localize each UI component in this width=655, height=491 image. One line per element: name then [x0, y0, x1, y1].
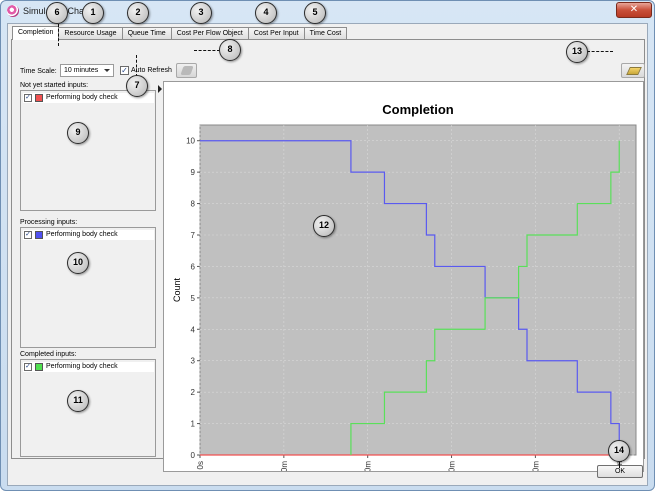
callout-leader [58, 24, 59, 46]
chevron-down-icon [104, 69, 110, 72]
simulation-charts-window: Simulation Charts ✕ Completion Resource … [0, 0, 655, 491]
not-started-item-checkbox[interactable]: ✓ [24, 94, 32, 102]
time-scale-value: 10 minutes [64, 67, 99, 74]
tab-completion[interactable]: Completion [12, 26, 60, 40]
completed-item-label: Performing body check [46, 363, 118, 370]
callout-marker: 8 [219, 39, 241, 61]
y-tick-label: 2 [191, 388, 196, 397]
callout-marker: 2 [127, 2, 149, 24]
processing-item-checkbox[interactable]: ✓ [24, 231, 32, 239]
callout-leader [587, 51, 613, 52]
series-color-swatch [35, 231, 43, 239]
plot-background [199, 124, 637, 456]
callout-marker: 7 [126, 75, 148, 97]
export-button[interactable] [621, 63, 645, 78]
completed-list: ✓ Performing body check [20, 359, 156, 457]
series-color-swatch [35, 94, 43, 102]
processing-item-label: Performing body check [46, 231, 118, 238]
app-icon [7, 5, 19, 17]
processing-label: Processing inputs: [20, 219, 78, 226]
splitter-arrow-icon[interactable] [158, 85, 162, 93]
not-started-item-label: Performing body check [46, 94, 118, 101]
y-axis-label: Count [172, 278, 182, 303]
list-item[interactable]: ✓ Performing body check [23, 362, 154, 372]
refresh-button[interactable] [176, 63, 197, 78]
chart-tabs: Completion Resource Usage Queue Time Cos… [12, 26, 348, 40]
callout-marker: 11 [67, 390, 89, 412]
not-started-list: ✓ Performing body check [20, 90, 156, 211]
y-tick-label: 0 [191, 451, 196, 460]
callout-marker: 4 [255, 2, 277, 24]
y-tick-label: 3 [191, 357, 196, 366]
client-area: Completion Resource Usage Queue Time Cos… [7, 23, 648, 486]
y-tick-label: 8 [191, 200, 196, 209]
completion-chart: Completion0123456789100s10m20m30m40m50mT… [163, 81, 644, 472]
callout-leader [136, 55, 137, 77]
callout-marker: 14 [608, 440, 630, 462]
callout-marker: 13 [566, 41, 588, 63]
y-tick-label: 10 [186, 137, 195, 146]
x-tick-label: 40m [531, 461, 540, 471]
auto-refresh-checkbox[interactable]: ✓ [120, 66, 129, 75]
y-tick-label: 1 [191, 420, 196, 429]
y-tick-label: 9 [191, 168, 196, 177]
callout-marker: 6 [46, 2, 68, 24]
y-tick-label: 4 [191, 325, 196, 334]
chart-canvas: Completion0123456789100s10m20m30m40m50mT… [172, 102, 637, 471]
close-button[interactable]: ✕ [616, 2, 652, 18]
not-started-label: Not yet started inputs: [20, 82, 89, 89]
auto-refresh-label: Auto Refresh [131, 67, 172, 74]
time-scale-select[interactable]: 10 minutes [60, 64, 114, 77]
callout-marker: 3 [190, 2, 212, 24]
callout-marker: 1 [82, 2, 104, 24]
callout-leader [194, 50, 220, 51]
series-color-swatch [35, 363, 43, 371]
y-tick-label: 5 [191, 294, 196, 303]
callout-marker: 12 [313, 215, 335, 237]
completed-label: Completed inputs: [20, 351, 77, 358]
list-item[interactable]: ✓ Performing body check [23, 230, 154, 240]
export-icon [626, 67, 642, 75]
x-tick-label: 10m [280, 461, 289, 471]
refresh-icon [180, 66, 194, 75]
callout-leader [619, 462, 620, 468]
x-tick-label: 20m [364, 461, 373, 471]
callout-marker: 10 [67, 252, 89, 274]
y-tick-label: 6 [191, 262, 196, 271]
chart-title: Completion [382, 102, 454, 117]
callout-marker: 5 [304, 2, 326, 24]
time-scale-label: Time Scale: [20, 68, 57, 75]
callout-marker: 9 [67, 122, 89, 144]
completion-tab-panel: Time Scale: 10 minutes ✓ Auto Refresh No… [11, 39, 645, 472]
x-tick-label: 30m [448, 461, 457, 471]
completed-item-checkbox[interactable]: ✓ [24, 363, 32, 371]
processing-list: ✓ Performing body check [20, 227, 156, 348]
x-tick-label: 0s [196, 461, 205, 469]
y-tick-label: 7 [191, 231, 196, 240]
ok-button[interactable]: OK [597, 465, 643, 478]
